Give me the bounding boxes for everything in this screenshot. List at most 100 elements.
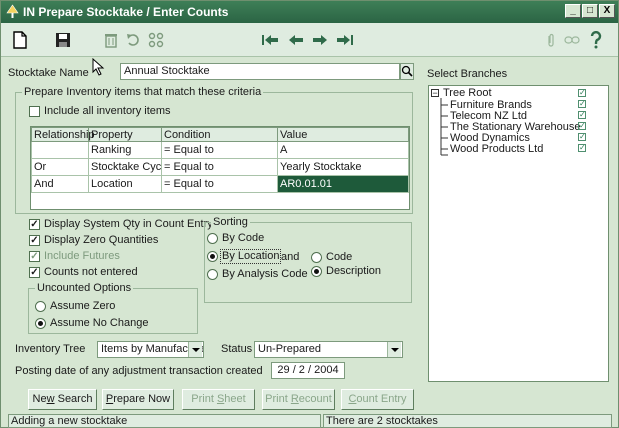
sort-by-analysis-code-label: By Analysis Code xyxy=(222,268,308,280)
undo-icon[interactable] xyxy=(122,29,144,51)
print-recount-button[interactable]: Print Recount xyxy=(262,389,335,410)
print-sheet-button[interactable]: Print Sheet xyxy=(182,389,255,410)
condition-cell[interactable]: = Equal to xyxy=(161,158,278,176)
display-zero-checkbox[interactable]: ✓ xyxy=(29,235,40,246)
criteria-row[interactable]: And Location = Equal to AR0.01.01 xyxy=(31,175,409,193)
app-tree-icon xyxy=(6,4,19,18)
new-search-text-rest: Search xyxy=(54,393,93,405)
display-system-qty-checkbox[interactable]: ✓ xyxy=(29,219,40,230)
sort-description-label: Description xyxy=(326,265,382,277)
new-search-mnemonic: w xyxy=(46,393,55,405)
new-document-icon[interactable] xyxy=(9,29,31,51)
stocktake-name-input[interactable]: Annual Stocktake xyxy=(120,63,400,80)
new-search-button[interactable]: New Search xyxy=(28,389,97,410)
sort-by-code-radio[interactable] xyxy=(207,233,218,244)
posting-date-label: Posting date of any adjustment transacti… xyxy=(15,365,263,377)
branch-node-wood-products[interactable]: Wood Products Ltd xyxy=(450,144,543,155)
sort-by-code-label: By Code xyxy=(222,232,265,244)
criteria-row[interactable]: Ranking = Equal to A xyxy=(31,141,409,159)
status-label: Status xyxy=(221,343,253,355)
criteria-grid[interactable]: Relationship Property Condition Value Ra… xyxy=(30,126,410,210)
sorting-group-label: Sorting xyxy=(211,216,250,228)
include-futures-label: Include Futures xyxy=(44,250,120,262)
tools-icon[interactable] xyxy=(145,29,167,51)
sort-code-radio[interactable] xyxy=(311,252,322,263)
condition-cell[interactable]: = Equal to xyxy=(161,141,278,159)
collapse-tree-button[interactable]: − xyxy=(431,89,439,98)
mouse-cursor-icon xyxy=(92,58,105,76)
chevron-down-icon[interactable] xyxy=(387,342,401,357)
inventory-tree-label: Inventory Tree xyxy=(15,343,86,355)
delete-icon[interactable] xyxy=(100,29,122,51)
sort-description-radio[interactable] xyxy=(311,266,322,277)
criteria-group-label: Prepare Inventory items that match these… xyxy=(22,86,264,98)
criteria-header-row: Relationship Property Condition Value xyxy=(31,127,409,142)
window-title: IN Prepare Stocktake / Enter Counts xyxy=(23,5,229,19)
next-record-icon[interactable] xyxy=(309,29,331,51)
relationship-cell[interactable]: Or xyxy=(31,158,89,176)
sort-code-label: Code xyxy=(326,251,353,263)
property-cell[interactable]: Location xyxy=(88,175,162,193)
branch-checkbox[interactable]: ✓ xyxy=(578,100,586,108)
print-sheet-text: Print xyxy=(191,393,217,405)
status-bar-right: There are 2 stocktakes xyxy=(323,414,612,428)
status-value: Un-Prepared xyxy=(258,343,321,355)
assume-zero-radio[interactable] xyxy=(35,301,46,312)
tree-root-node[interactable]: Tree Root xyxy=(443,88,492,99)
inventory-tree-select[interactable]: Items by Manufacture xyxy=(97,341,204,358)
main-window: IN Prepare Stocktake / Enter Counts _ □ … xyxy=(0,0,619,428)
sort-by-location-radio[interactable] xyxy=(207,251,218,262)
column-header-value[interactable]: Value xyxy=(277,127,409,142)
branch-checkbox[interactable]: ✓ xyxy=(578,144,586,152)
criteria-row[interactable]: Or Stocktake Cycle = Equal to Yearly Sto… xyxy=(31,158,409,176)
property-cell[interactable]: Ranking xyxy=(88,141,162,159)
print-recount-text-rest: ecount xyxy=(298,393,332,405)
attachment-icon[interactable] xyxy=(540,29,562,51)
property-cell[interactable]: Stocktake Cycle xyxy=(88,158,162,176)
print-sheet-text-rest: heet xyxy=(224,393,246,405)
branch-checkbox[interactable]: ✓ xyxy=(578,133,586,141)
branch-checkbox[interactable]: ✓ xyxy=(578,111,586,119)
sort-by-location-label: By Location xyxy=(220,249,282,264)
include-futures-checkbox[interactable]: ✓ xyxy=(29,251,40,262)
magnifier-icon xyxy=(401,65,413,77)
assume-no-change-radio[interactable] xyxy=(35,318,46,329)
tree-root-checkbox[interactable]: ✓ xyxy=(578,89,586,97)
chevron-down-icon[interactable] xyxy=(188,342,202,357)
branch-tree[interactable]: − Tree Root ✓ Furniture Brands ✓ Telecom… xyxy=(428,85,609,382)
save-icon[interactable] xyxy=(52,29,74,51)
column-header-property[interactable]: Property xyxy=(88,127,162,142)
counts-not-entered-label: Counts not entered xyxy=(44,266,138,278)
branch-checkbox[interactable]: ✓ xyxy=(578,122,586,130)
assume-zero-label: Assume Zero xyxy=(50,300,116,312)
value-cell-selected[interactable]: AR0.01.01 xyxy=(277,175,409,193)
sort-by-analysis-code-radio[interactable] xyxy=(207,269,218,280)
lookup-button[interactable] xyxy=(400,63,414,80)
maximize-button[interactable]: □ xyxy=(582,4,598,18)
posting-date-input[interactable]: 29 / 2 / 2004 xyxy=(271,362,345,379)
help-icon[interactable] xyxy=(585,29,607,51)
stocktake-name-label: Stocktake Name xyxy=(8,67,89,79)
title-bar: IN Prepare Stocktake / Enter Counts _ □ … xyxy=(1,1,618,23)
first-record-icon[interactable] xyxy=(259,29,281,51)
counts-not-entered-checkbox[interactable]: ✓ xyxy=(29,267,40,278)
include-all-label: Include all inventory items xyxy=(44,105,171,117)
column-header-condition[interactable]: Condition xyxy=(161,127,278,142)
status-bar-left: Adding a new stocktake xyxy=(8,414,321,428)
relationship-cell[interactable]: And xyxy=(31,175,89,193)
link-icon[interactable] xyxy=(561,29,583,51)
close-button[interactable]: X xyxy=(599,4,615,18)
status-select[interactable]: Un-Prepared xyxy=(254,341,403,358)
column-header-relationship[interactable]: Relationship xyxy=(31,127,95,142)
count-entry-button[interactable]: Count Entry xyxy=(341,389,414,410)
value-cell[interactable]: A xyxy=(277,141,409,159)
display-zero-label: Display Zero Quantities xyxy=(44,234,159,246)
minimize-button[interactable]: _ xyxy=(565,4,581,18)
value-cell[interactable]: Yearly Stocktake xyxy=(277,158,409,176)
relationship-cell[interactable] xyxy=(31,141,89,159)
last-record-icon[interactable] xyxy=(334,29,356,51)
prepare-now-button[interactable]: Prepare Now xyxy=(102,389,174,410)
previous-record-icon[interactable] xyxy=(285,29,307,51)
include-all-checkbox[interactable] xyxy=(29,106,40,117)
condition-cell[interactable]: = Equal to xyxy=(161,175,278,193)
